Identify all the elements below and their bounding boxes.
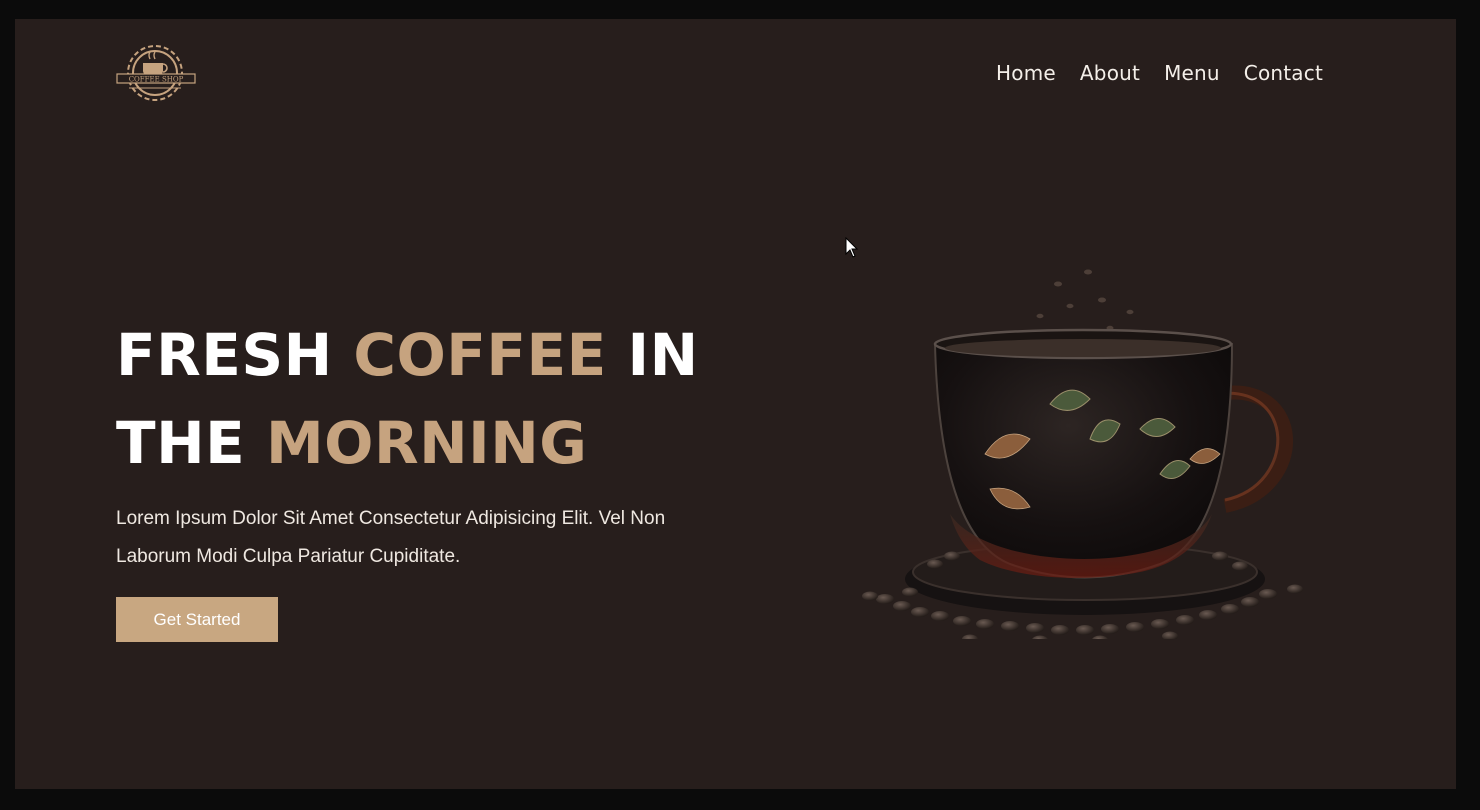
hero-title-accent-word: COFFEE [353,321,607,389]
hero-title: FRESH COFFEE IN THE MORNING [116,311,699,487]
main-nav: Home About Menu Contact [996,61,1323,85]
coffee-gear-emblem-icon: COFFEE SHOP [116,45,196,101]
nav-about-link[interactable]: About [1080,61,1140,85]
coffee-shop-logo[interactable]: COFFEE SHOP [115,39,197,107]
hero-title-word: THE [116,409,246,477]
nav-menu-link[interactable]: Menu [1164,61,1220,85]
nav-home-link[interactable]: Home [996,61,1056,85]
mouse-cursor-icon [845,237,859,258]
hero-description: Lorem Ipsum Dolor Sit Amet Consectetur A… [116,508,666,567]
svg-text:COFFEE SHOP: COFFEE SHOP [129,76,184,84]
coffee-cup-illustration-icon [862,269,1303,645]
coffee-cup-image [840,244,1310,645]
get-started-button[interactable]: Get Started [116,597,278,642]
hero-title-word: FRESH [116,321,333,389]
nav-contact-link[interactable]: Contact [1244,61,1323,85]
hero-title-accent-word: MORNING [265,409,588,477]
page-frame: COFFEE SHOP Home About Menu Contact FRES… [15,19,1456,789]
hero-title-word: IN [627,321,699,389]
